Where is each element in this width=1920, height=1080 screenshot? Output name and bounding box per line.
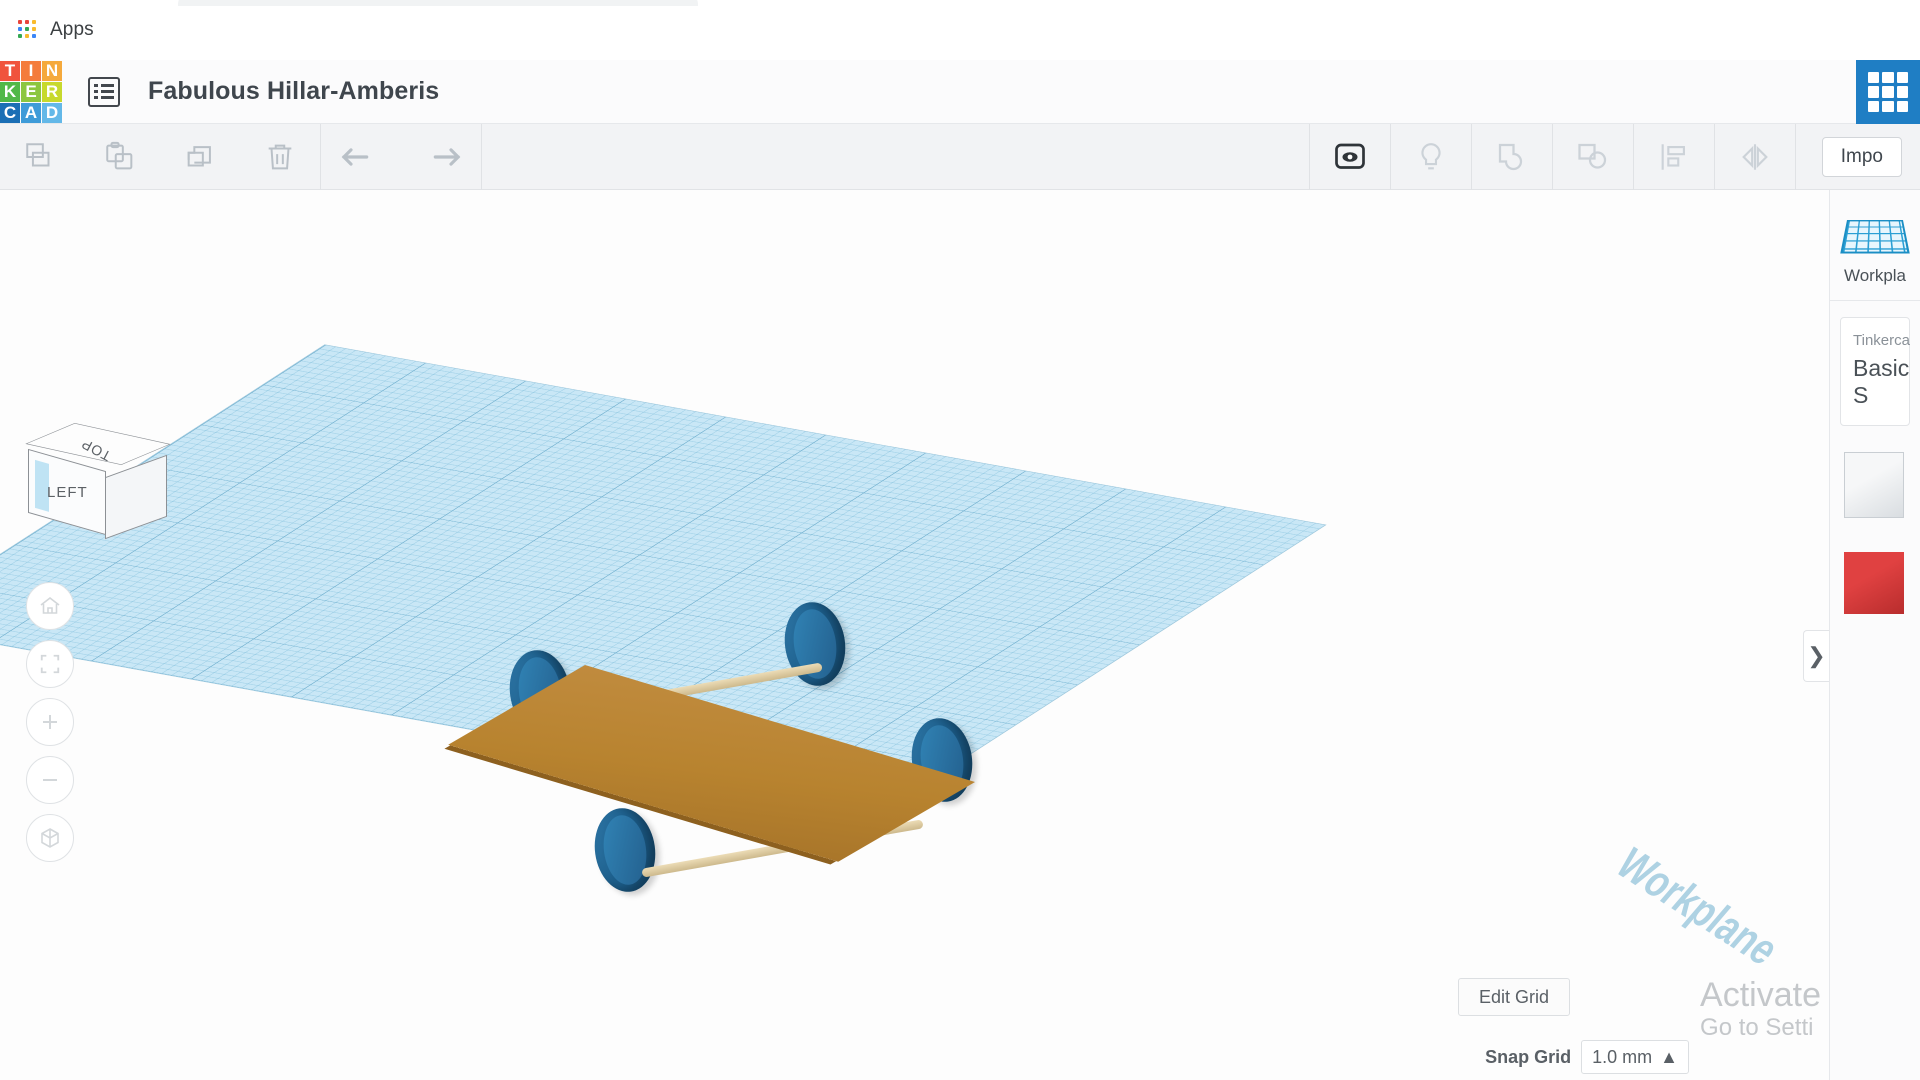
- apps-grid-dot: [32, 34, 36, 38]
- library-name-label: Basic S: [1853, 355, 1897, 409]
- activation-watermark: Activate Go to Setti: [1700, 978, 1821, 1042]
- browser-tab-stub: [178, 0, 698, 6]
- align-icon[interactable]: [1634, 124, 1714, 190]
- view-cube-side-face[interactable]: [105, 455, 167, 540]
- tinkercad-logo-tile: D: [42, 103, 62, 123]
- chevron-right-icon[interactable]: ❯: [1803, 630, 1829, 682]
- copy-button[interactable]: [0, 124, 80, 190]
- workplane-tool-label: Workpla: [1830, 266, 1920, 286]
- snap-grid-label: Snap Grid: [1485, 1047, 1571, 1068]
- toolbar-divider: [481, 124, 482, 190]
- project-list-icon[interactable]: [88, 77, 120, 107]
- design-canvas[interactable]: Workplane TOP LEFT: [0, 190, 1829, 1080]
- tinkercad-logo[interactable]: TIN KER CAD: [0, 61, 62, 123]
- shape-list: [1844, 452, 1906, 614]
- shape-red-box[interactable]: [1844, 552, 1904, 614]
- trash-icon[interactable]: [240, 124, 320, 190]
- grid-view-cell: [1897, 72, 1908, 83]
- wheel-rear-left: [589, 804, 660, 896]
- view-cube[interactable]: TOP LEFT: [28, 418, 168, 538]
- apps-grid-dot: [25, 27, 29, 31]
- orthographic-toggle-button[interactable]: [26, 814, 74, 862]
- apps-grid-dot: [32, 27, 36, 31]
- apps-label[interactable]: Apps: [50, 19, 94, 41]
- lightbulb-icon[interactable]: [1391, 124, 1471, 190]
- shapes-panel: Workpla Tinkerca Basic S: [1829, 190, 1920, 1080]
- snap-grid-control: Snap Grid 1.0 mm ▲: [1485, 1040, 1689, 1074]
- snap-grid-value: 1.0 mm: [1592, 1047, 1652, 1068]
- undo-arrow-icon[interactable]: [321, 124, 401, 190]
- home-view-button[interactable]: [26, 582, 74, 630]
- view-cube-front-face[interactable]: LEFT: [28, 449, 106, 535]
- ungroup-shapes-icon[interactable]: [1553, 124, 1633, 190]
- view-cube-front-label: LEFT: [47, 484, 88, 501]
- edit-grid-button[interactable]: Edit Grid: [1458, 978, 1570, 1016]
- editor-toolbar: Impo: [0, 124, 1920, 190]
- car-chassis-assembly[interactable]: [500, 590, 1120, 950]
- caret-up-icon: ▲: [1660, 1047, 1678, 1068]
- paste-button[interactable]: [80, 124, 160, 190]
- apps-grid-dot: [25, 34, 29, 38]
- apps-grid-dot: [18, 20, 22, 24]
- redo-arrow-icon[interactable]: [401, 124, 481, 190]
- mirror-icon[interactable]: [1715, 124, 1795, 190]
- zoom-out-button[interactable]: [26, 756, 74, 804]
- import-button[interactable]: Impo: [1822, 137, 1902, 177]
- grid-view-cell: [1882, 86, 1893, 97]
- tinkercad-logo-tile: R: [42, 82, 62, 102]
- apps-grid-icon[interactable]: [18, 20, 38, 40]
- apps-grid-dot: [32, 20, 36, 24]
- apps-grid-dot: [18, 27, 22, 31]
- snap-grid-select[interactable]: 1.0 mm ▲: [1581, 1040, 1689, 1074]
- duplicate-button[interactable]: [160, 124, 240, 190]
- app-header: TIN KER CAD Fabulous Hillar-Amberis: [0, 60, 1920, 124]
- grid-view-cell: [1868, 72, 1879, 83]
- page-title[interactable]: Fabulous Hillar-Amberis: [148, 77, 439, 106]
- shape-library-selector[interactable]: Tinkerca Basic S: [1840, 317, 1910, 426]
- grid-view-cell: [1868, 101, 1879, 112]
- browser-apps-bar: Apps: [0, 0, 1920, 60]
- activation-watermark-line1: Activate: [1700, 978, 1821, 1014]
- tinkercad-logo-tile: K: [0, 82, 20, 102]
- apps-grid-dot: [18, 34, 22, 38]
- tinkercad-logo-tile: E: [21, 82, 41, 102]
- tinkercad-logo-tile: T: [0, 61, 20, 81]
- workplane-tool[interactable]: Workpla: [1830, 190, 1920, 301]
- workplane-grid-icon: [1840, 220, 1909, 253]
- header-right-actions: [1856, 60, 1920, 124]
- activation-watermark-line2: Go to Setti: [1700, 1014, 1821, 1042]
- eye-box-icon[interactable]: [1310, 124, 1390, 190]
- grid-view-cell: [1868, 86, 1879, 97]
- grid-view-icon[interactable]: [1856, 60, 1920, 124]
- grid-view-cell: [1882, 72, 1893, 83]
- toolbar-divider: [1795, 124, 1796, 190]
- group-shapes-icon[interactable]: [1472, 124, 1552, 190]
- workplane-watermark: Workplane: [1606, 840, 1789, 975]
- apps-grid-dot: [25, 20, 29, 24]
- tinkercad-logo-tile: N: [42, 61, 62, 81]
- canvas-nav-controls: [26, 582, 74, 872]
- tinkercad-logo-tile: C: [0, 103, 20, 123]
- tinkercad-logo-tile: A: [21, 103, 41, 123]
- grid-view-cell: [1897, 101, 1908, 112]
- fit-to-view-button[interactable]: [26, 640, 74, 688]
- zoom-in-button[interactable]: [26, 698, 74, 746]
- tinkercad-logo-tile: I: [21, 61, 41, 81]
- library-source-label: Tinkerca: [1853, 332, 1897, 349]
- grid-view-cell: [1882, 101, 1893, 112]
- grid-view-cell: [1897, 86, 1908, 97]
- shape-box[interactable]: [1844, 452, 1904, 518]
